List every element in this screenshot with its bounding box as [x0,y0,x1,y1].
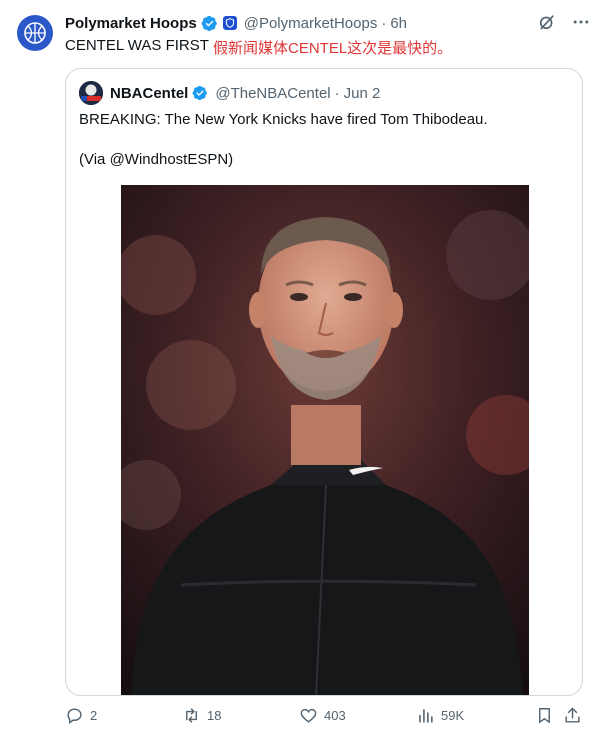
quoted-tweet-date[interactable]: Jun 2 [344,85,381,102]
coach-photo [121,185,529,695]
quoted-tweet-header: NBACentel @TheNBACentel · Jun 2 [110,83,380,103]
repost-count: 18 [207,708,222,723]
share-icon [565,707,580,723]
quoted-author-handle[interactable]: @TheNBACentel [215,85,330,102]
repost-icon [186,708,197,723]
author-handle[interactable]: @PolymarketHoops [244,15,378,32]
affiliation-badge-icon[interactable] [222,16,237,30]
author-name[interactable]: Polymarket Hoops [65,15,197,32]
separator-dot: · [381,14,387,32]
tweet-actions: 2 18 403 59K [65,706,585,730]
bookmark-icon [539,708,550,723]
view-count: 59K [441,708,465,723]
tweet-text: CENTEL WAS FIRST [65,37,209,54]
separator-dot: · [334,84,340,102]
nba-centel-logo-icon [79,81,103,105]
grok-icon[interactable] [537,12,557,32]
quoted-tweet-text: BREAKING: The New York Knicks have fired… [79,110,488,190]
quoted-tweet-photo[interactable] [121,185,529,695]
quoted-text-line: (Via @WindhostESPN) [79,151,234,168]
bookmark-button[interactable] [535,706,554,725]
like-button[interactable]: 403 [299,706,346,725]
verified-badge-icon[interactable] [192,85,208,101]
quoted-tweet[interactable]: NBACentel @TheNBACentel · Jun 2 BREAKING… [65,68,583,696]
more-options-icon[interactable] [571,12,591,32]
quoted-author-avatar[interactable] [79,81,103,105]
heart-icon [300,708,317,723]
basketball-logo-icon [24,22,46,44]
reply-button[interactable]: 2 [65,706,97,725]
views-chart-icon [419,709,433,723]
reply-icon [67,708,82,725]
reply-count: 2 [90,708,98,723]
like-count: 403 [324,708,346,723]
tweet[interactable]: Polymarket Hoops @PolymarketHoops · 6h C… [0,0,605,738]
tweet-time[interactable]: 6h [390,15,407,32]
verified-badge-icon[interactable] [201,15,218,32]
top-actions [537,12,591,32]
quoted-text-line: BREAKING: The New York Knicks have fired… [79,111,488,128]
tweet-header: Polymarket Hoops @PolymarketHoops · 6h [65,13,535,33]
author-avatar[interactable] [17,15,53,51]
repost-button[interactable]: 18 [182,706,221,725]
share-button[interactable] [563,706,582,725]
overlay-annotation: 假新闻媒体CENTEL这次是最快的。 [213,40,453,57]
views-button[interactable]: 59K [416,706,464,725]
quoted-author-name[interactable]: NBACentel [110,85,188,102]
